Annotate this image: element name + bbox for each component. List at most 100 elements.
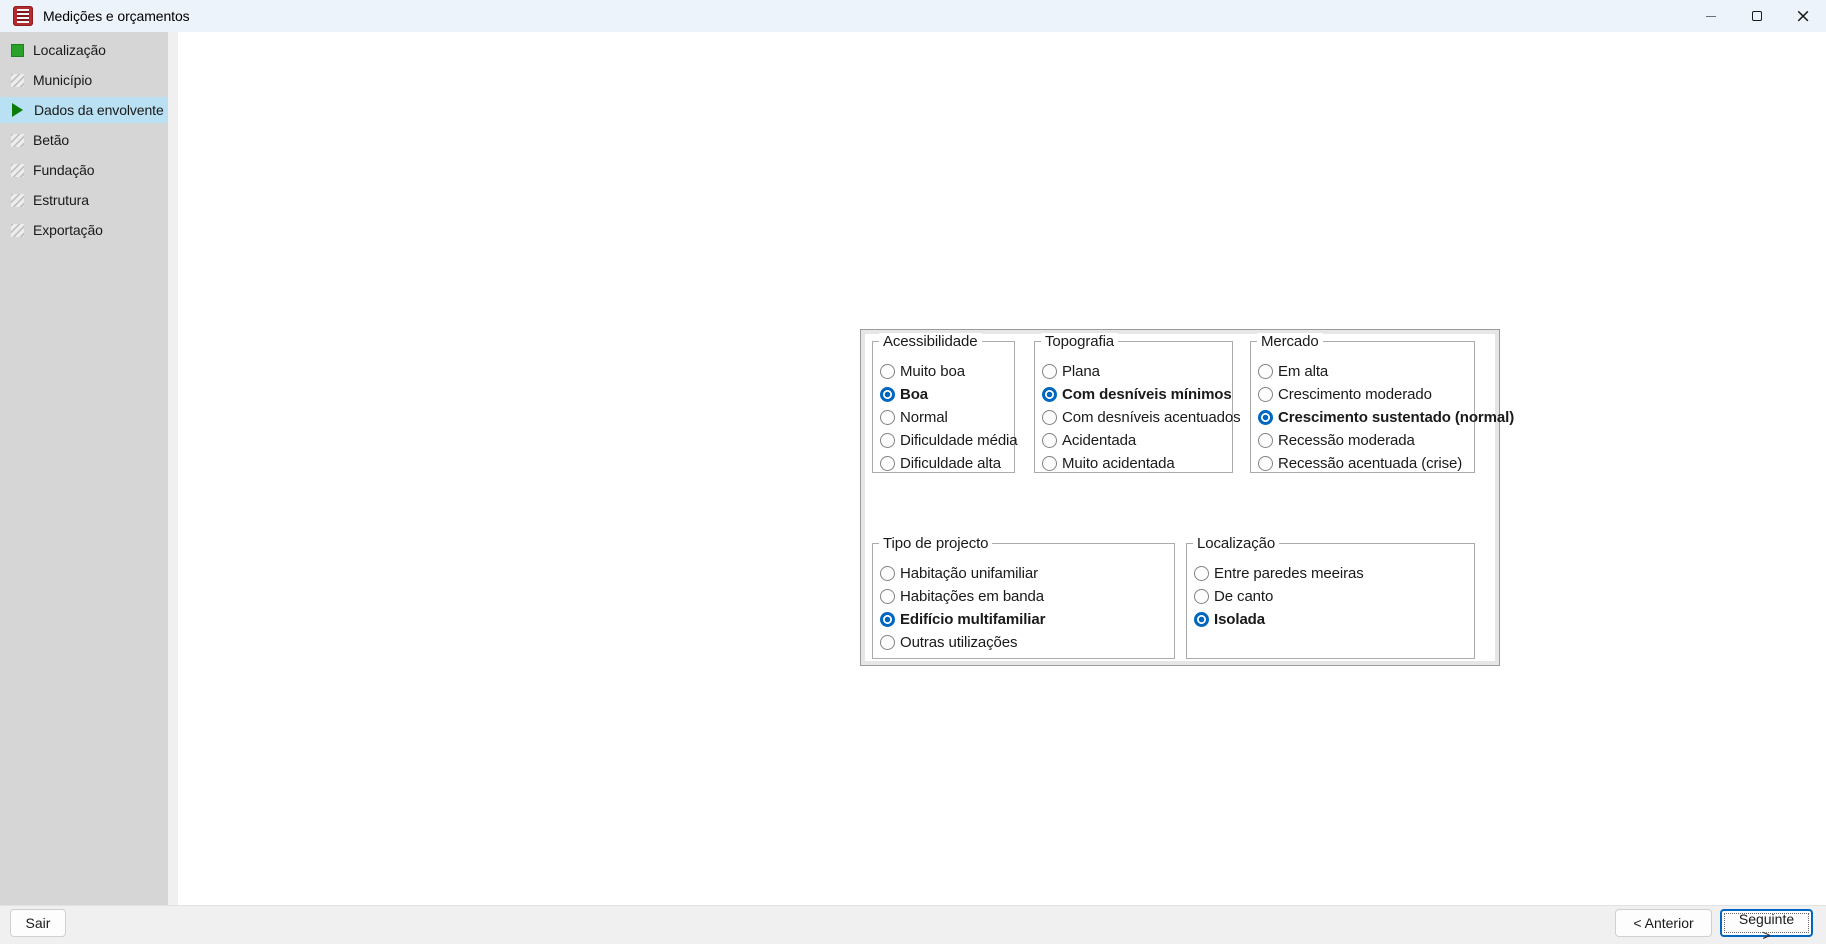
pending-step-icon xyxy=(11,73,24,87)
radio-unchecked-icon xyxy=(1194,566,1209,581)
radio-option-com-desniveis-minimos[interactable]: Com desníveis mínimos xyxy=(1042,383,1232,406)
group-acessibilidade: Acessibilidade Muito boa Boa Normal Dificuld… xyxy=(872,333,1018,475)
radio-option-dificuldade-alta[interactable]: Dificuldade alta xyxy=(880,452,1014,475)
radio-option-isolada[interactable]: Isolada xyxy=(1194,608,1474,631)
window-title: Medições e orçamentos xyxy=(43,8,190,24)
group-title: Acessibilidade xyxy=(879,333,982,350)
radio-option-list: Entre paredes meeiras De canto Isolada xyxy=(1187,544,1474,631)
minimize-icon xyxy=(1706,15,1716,17)
radio-option-label: Muito boa xyxy=(900,363,965,380)
exit-button[interactable]: Sair xyxy=(10,909,66,937)
radio-unchecked-icon xyxy=(880,364,895,379)
footer-bar: Sair < Anterior Seguinte > xyxy=(0,905,1826,944)
radio-unchecked-icon xyxy=(880,456,895,471)
radio-checked-icon xyxy=(1194,612,1209,627)
app-window: Medições e orçamentos × Localização Munic… xyxy=(0,0,1826,944)
sidebar-item-label: Betão xyxy=(33,132,70,148)
group-mercado: Mercado Em alta Crescimento moderado Cresci… xyxy=(1250,333,1514,475)
maximize-icon xyxy=(1752,11,1762,21)
radio-option-label: De canto xyxy=(1214,588,1274,605)
minimize-button[interactable] xyxy=(1688,0,1734,32)
sidebar-item-dados-da-envolvente[interactable]: Dados da envolvente xyxy=(0,97,168,123)
main-content: Acessibilidade Muito boa Boa Normal Dificuld… xyxy=(178,32,1826,905)
group-tipo-de-projecto: Tipo de projecto Habitação unifamiliar Hab… xyxy=(872,535,1175,659)
group-localizacao: Localização Entre paredes meeiras De canto… xyxy=(1186,535,1475,659)
group-title: Tipo de projecto xyxy=(879,535,993,552)
radio-option-label: Dificuldade alta xyxy=(900,455,1001,472)
sidebar-item-label: Dados da envolvente xyxy=(34,102,164,118)
radio-option-label: Habitação unifamiliar xyxy=(900,565,1038,582)
sidebar-item-betao[interactable]: Betão xyxy=(0,127,168,153)
radio-option-habitacoes-em-banda[interactable]: Habitações em banda xyxy=(880,585,1174,608)
radio-option-crescimento-moderado[interactable]: Crescimento moderado xyxy=(1258,383,1474,406)
radio-option-entre-paredes-meeiras[interactable]: Entre paredes meeiras xyxy=(1194,562,1474,585)
radio-option-edificio-multifamiliar[interactable]: Edifício multifamiliar xyxy=(880,608,1174,631)
radio-unchecked-icon xyxy=(880,566,895,581)
radio-unchecked-icon xyxy=(1042,410,1057,425)
radio-option-label: Dificuldade média xyxy=(900,432,1018,449)
radio-option-crescimento-sustentado-normal[interactable]: Crescimento sustentado (normal) xyxy=(1258,406,1514,429)
radio-option-label: Crescimento moderado xyxy=(1278,386,1432,403)
radio-unchecked-icon xyxy=(1258,433,1273,448)
radio-option-habitacao-unifamiliar[interactable]: Habitação unifamiliar xyxy=(880,562,1174,585)
radio-option-normal[interactable]: Normal xyxy=(880,406,1014,429)
radio-option-label: Isolada xyxy=(1214,611,1265,628)
radio-option-acidentada[interactable]: Acidentada xyxy=(1042,429,1232,452)
radio-option-label: Crescimento sustentado (normal) xyxy=(1278,409,1515,426)
sidebar-item-label: Fundação xyxy=(33,162,95,178)
radio-option-label: Com desníveis mínimos xyxy=(1062,386,1232,403)
sidebar-item-municipio[interactable]: Município xyxy=(0,67,168,93)
radio-option-list: Habitação unifamiliar Habitações em banda… xyxy=(873,544,1174,654)
radio-option-dificuldade-media[interactable]: Dificuldade média xyxy=(880,429,1018,452)
radio-unchecked-icon xyxy=(1042,364,1057,379)
sidebar-item-estrutura[interactable]: Estrutura xyxy=(0,187,168,213)
radio-unchecked-icon xyxy=(1042,456,1057,471)
titlebar: Medições e orçamentos × xyxy=(0,0,1826,32)
radio-unchecked-icon xyxy=(880,433,895,448)
radio-unchecked-icon xyxy=(1194,589,1209,604)
caption-buttons: × xyxy=(1688,0,1826,32)
radio-unchecked-icon xyxy=(880,410,895,425)
radio-option-com-desniveis-acentuados[interactable]: Com desníveis acentuados xyxy=(1042,406,1241,429)
maximize-button[interactable] xyxy=(1734,0,1780,32)
radio-option-label: Boa xyxy=(900,386,929,403)
radio-option-label: Recessão acentuada (crise) xyxy=(1278,455,1463,472)
close-icon: × xyxy=(1795,4,1811,27)
radio-checked-icon xyxy=(880,612,895,627)
radio-option-label: Com desníveis acentuados xyxy=(1062,409,1241,426)
radio-option-recessao-moderada[interactable]: Recessão moderada xyxy=(1258,429,1474,452)
radio-option-plana[interactable]: Plana xyxy=(1042,360,1232,383)
form-panel: Acessibilidade Muito boa Boa Normal Dificuld… xyxy=(860,329,1514,666)
radio-option-list: Em alta Crescimento moderado Crescimento s… xyxy=(1251,342,1514,475)
radio-option-em-alta[interactable]: Em alta xyxy=(1258,360,1474,383)
completed-step-icon xyxy=(11,43,24,57)
radio-option-de-canto[interactable]: De canto xyxy=(1194,585,1474,608)
previous-button[interactable]: < Anterior xyxy=(1615,909,1712,937)
radio-unchecked-icon xyxy=(880,635,895,650)
radio-option-muito-boa[interactable]: Muito boa xyxy=(880,360,1014,383)
radio-option-list: Muito boa Boa Normal Dificuldade média Dific… xyxy=(873,342,1018,475)
group-title: Mercado xyxy=(1257,333,1323,350)
radio-option-boa[interactable]: Boa xyxy=(880,383,1014,406)
sidebar-item-localizacao[interactable]: Localização xyxy=(0,37,168,63)
radio-unchecked-icon xyxy=(1258,387,1273,402)
group-title: Localização xyxy=(1193,535,1280,552)
sidebar-item-exportacao[interactable]: Exportação xyxy=(0,217,168,243)
close-button[interactable]: × xyxy=(1780,0,1826,32)
radio-unchecked-icon xyxy=(880,589,895,604)
sidebar-item-label: Localização xyxy=(33,42,106,58)
radio-checked-icon xyxy=(1042,387,1057,402)
sidebar-item-fundacao[interactable]: Fundação xyxy=(0,157,168,183)
group-title: Topografia xyxy=(1041,333,1119,350)
radio-option-recessao-acentuada-crise[interactable]: Recessão acentuada (crise) xyxy=(1258,452,1474,475)
radio-option-muito-acidentada[interactable]: Muito acidentada xyxy=(1042,452,1232,475)
radio-unchecked-icon xyxy=(1042,433,1057,448)
sidebar-nav: Localização Município Dados da envolvente B… xyxy=(0,32,168,905)
sidebar-gutter xyxy=(168,32,178,905)
radio-option-label: Edifício multifamiliar xyxy=(900,611,1046,628)
radio-checked-icon xyxy=(1258,410,1273,425)
next-button[interactable]: Seguinte > xyxy=(1720,909,1813,943)
radio-option-label: Plana xyxy=(1062,363,1100,380)
current-step-arrow-icon xyxy=(12,103,25,117)
radio-option-outras-utilizacoes[interactable]: Outras utilizações xyxy=(880,631,1174,654)
